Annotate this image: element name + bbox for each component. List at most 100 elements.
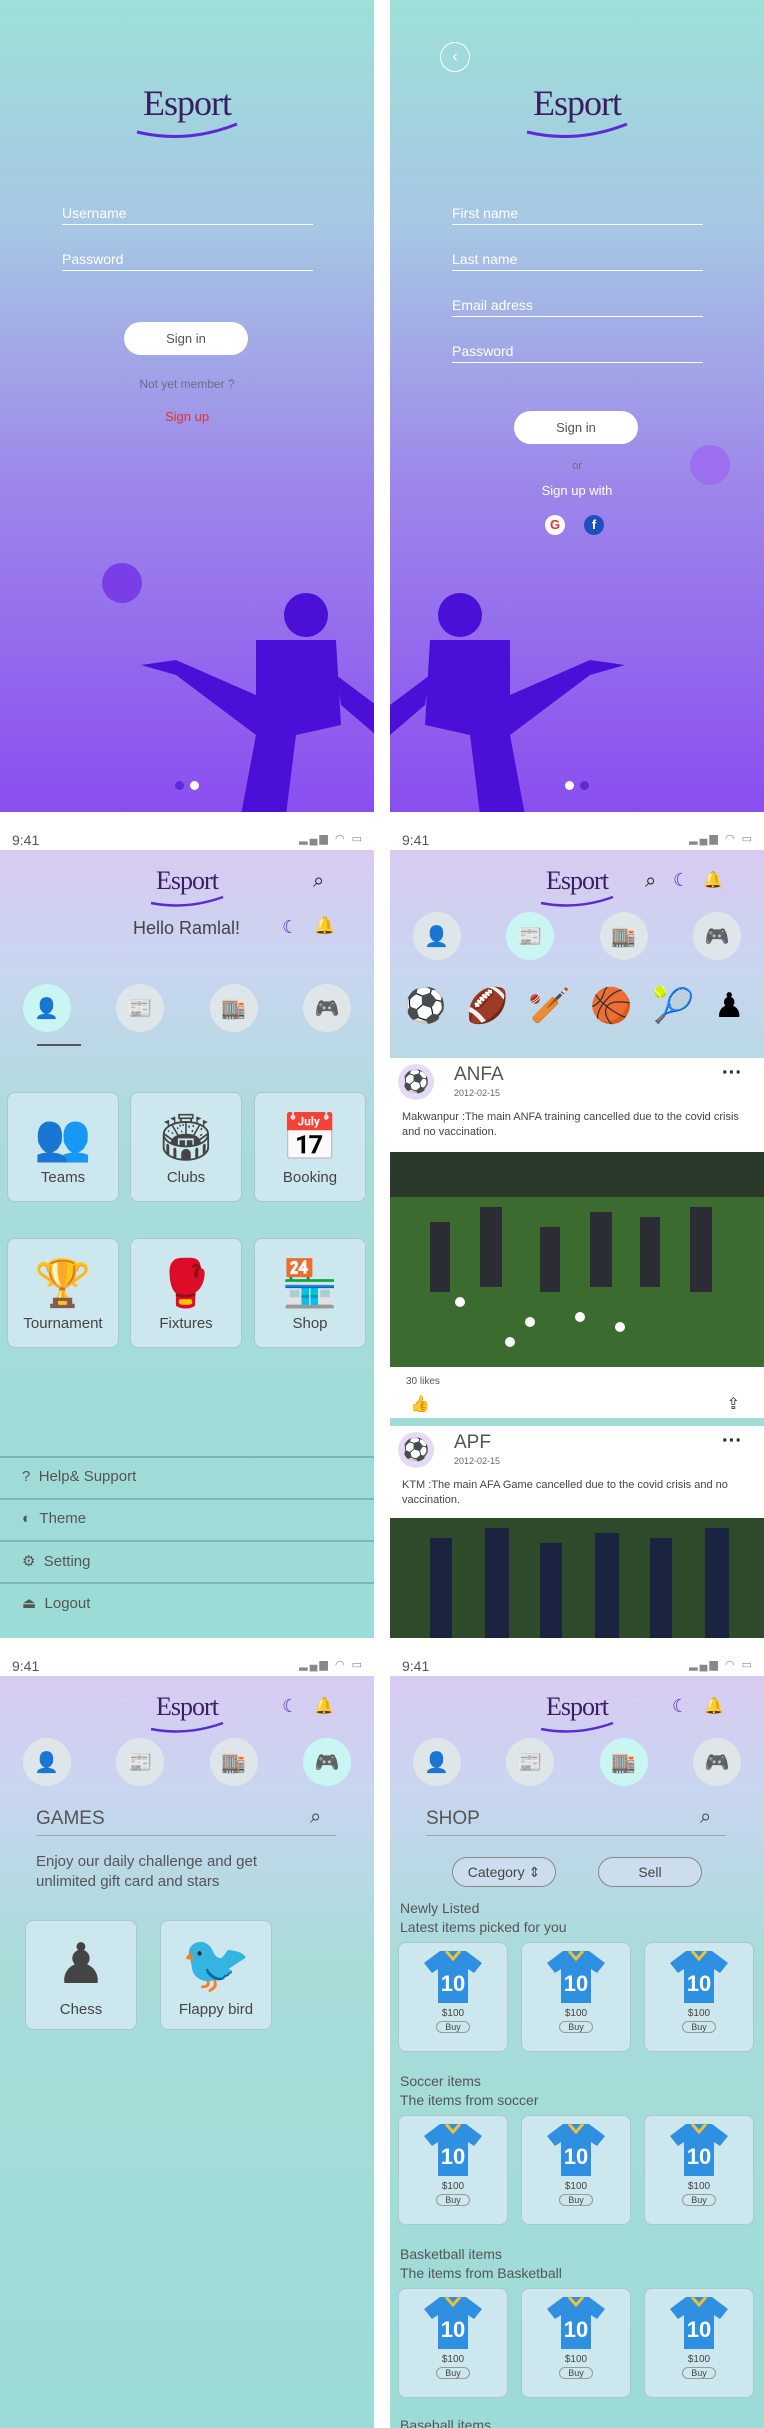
profile-nav-icon[interactable]: 👤 [22, 984, 71, 1032]
bell-icon[interactable]: 🔔 [704, 1696, 724, 1716]
store-nav-icon[interactable]: 🏬 [209, 1738, 258, 1786]
product-card[interactable]: 10 $100 Buy [644, 2115, 754, 2225]
buy-button[interactable]: Buy [682, 2021, 716, 2033]
product-card[interactable]: 10 $100 Buy [398, 2288, 508, 2398]
like-icon[interactable]: 👍 [410, 1394, 430, 1414]
last-name-field[interactable]: Last name [452, 251, 703, 271]
buy-button[interactable]: Buy [436, 2367, 470, 2379]
product-price: $100 [564, 2354, 588, 2365]
tile-clubs[interactable]: 🏟 Clubs [130, 1092, 242, 1202]
password-field[interactable]: Password [62, 251, 313, 271]
cricket-icon[interactable]: 🏏 [528, 986, 570, 1026]
games-description: Enjoy our daily challenge and get unlimi… [36, 1853, 257, 1890]
buy-button[interactable]: Buy [559, 2367, 593, 2379]
app-logo: Esport [0, 82, 374, 138]
tile-tournament[interactable]: 🏆 Tournament [7, 1238, 119, 1348]
jersey-number: 10 [687, 2317, 711, 2342]
product-card[interactable]: 10 $100 Buy [521, 2288, 631, 2398]
jersey-number: 10 [564, 2317, 588, 2342]
store-nav-icon[interactable]: 🏬 [599, 912, 648, 960]
bell-icon[interactable]: 🔔 [314, 1696, 334, 1716]
avatar: ⚽ [398, 1064, 434, 1100]
search-underline [36, 1835, 336, 1836]
news-nav-icon[interactable]: 📰 [116, 984, 165, 1032]
football-icon[interactable]: 🏈 [466, 986, 508, 1026]
buy-button[interactable]: Buy [559, 2194, 593, 2206]
buy-button[interactable]: Buy [682, 2194, 716, 2206]
more-icon[interactable]: ··· [722, 1430, 742, 1453]
back-button[interactable]: ‹ [440, 42, 470, 72]
more-icon[interactable]: ··· [722, 1062, 742, 1085]
password-field[interactable]: Password [452, 343, 703, 363]
moon-icon[interactable]: ☾ [282, 917, 298, 938]
chess-icon[interactable]: ♟ [714, 986, 744, 1026]
signin-button[interactable]: Sign in [124, 322, 248, 355]
gamepad-nav-icon[interactable]: 🎮 [693, 1738, 742, 1786]
tile-fixtures[interactable]: 🥊 Fixtures [130, 1238, 242, 1348]
news-nav-icon[interactable]: 📰 [506, 1738, 555, 1786]
product-card[interactable]: 10 $100 Buy [521, 2115, 631, 2225]
product-price: $100 [441, 2181, 465, 2192]
moon-icon[interactable]: ☾ [282, 1696, 298, 1717]
product-card[interactable]: 10 $100 Buy [521, 1942, 631, 2052]
store-nav-icon[interactable]: 🏬 [209, 984, 258, 1032]
search-icon[interactable]: ⌕ [313, 870, 324, 893]
jersey-icon: 10 [547, 2123, 605, 2176]
product-card[interactable]: 10 $100 Buy [644, 1942, 754, 2052]
games-title: GAMES [36, 1808, 105, 1829]
bell-icon[interactable]: 🔔 [703, 870, 723, 890]
moon-icon[interactable]: ☾ [672, 1696, 688, 1717]
post-author: APF [454, 1432, 491, 1453]
gear-icon: ⚙ [22, 1553, 36, 1570]
product-price: $100 [564, 2181, 588, 2192]
product-card[interactable]: 10 $100 Buy [398, 1942, 508, 2052]
first-name-field[interactable]: First name [452, 205, 703, 225]
signup-link[interactable]: Sign up [0, 409, 374, 424]
menu-theme[interactable]: ◐ Theme [0, 1498, 374, 1540]
likes-count: 30 likes [406, 1376, 440, 1387]
gamepad-nav-icon[interactable]: 🎮 [303, 1738, 352, 1786]
basketball-icon[interactable]: 🏀 [590, 986, 632, 1026]
status-bar: 9:41 ▂▄▆ ◠ ▭ [0, 1652, 374, 1676]
google-icon[interactable]: G [545, 515, 565, 535]
tile-shop[interactable]: 🏪 Shop [254, 1238, 366, 1348]
menu-logout[interactable]: ⏏ Logout [0, 1582, 374, 1624]
buy-button[interactable]: Buy [559, 2021, 593, 2033]
sell-button[interactable]: Sell [598, 1857, 702, 1887]
game-flappy-bird[interactable]: 🐦 Flappy bird [160, 1920, 272, 2030]
username-field[interactable]: Username [62, 205, 313, 225]
product-card[interactable]: 10 $100 Buy [644, 2288, 754, 2398]
soccer-icon[interactable]: ⚽ [404, 986, 446, 1026]
profile-nav-icon[interactable]: 👤 [412, 1738, 461, 1786]
profile-nav-icon[interactable]: 👤 [22, 1738, 71, 1786]
menu-setting[interactable]: ⚙ Setting [0, 1540, 374, 1582]
buy-button[interactable]: Buy [436, 2194, 470, 2206]
profile-nav-icon[interactable]: 👤 [412, 912, 461, 960]
facebook-icon[interactable]: f [584, 515, 604, 535]
tennis-icon[interactable]: 🎾 [652, 986, 694, 1026]
search-icon[interactable]: ⌕ [645, 870, 656, 893]
email-field[interactable]: Email adress [452, 297, 703, 317]
gamepad-nav-icon[interactable]: 🎮 [303, 984, 352, 1032]
search-icon[interactable]: ⌕ [310, 1806, 321, 1829]
buy-button[interactable]: Buy [436, 2021, 470, 2033]
gamepad-nav-icon[interactable]: 🎮 [693, 912, 742, 960]
game-chess[interactable]: ♟ Chess [25, 1920, 137, 2030]
news-nav-icon[interactable]: 📰 [116, 1738, 165, 1786]
status-bar: 9:41 ▂▄▆ ◠ ▭ [390, 1652, 764, 1676]
menu-help[interactable]: ? Help& Support [0, 1456, 374, 1498]
bell-icon[interactable]: 🔔 [314, 916, 335, 936]
search-icon[interactable]: ⌕ [700, 1806, 711, 1829]
tile-booking[interactable]: 📅 Booking [254, 1092, 366, 1202]
category-select[interactable]: Category ⇕ [452, 1857, 556, 1887]
tile-teams[interactable]: 👥 Teams [7, 1092, 119, 1202]
buy-button[interactable]: Buy [682, 2367, 716, 2379]
top-nav: 👤 📰 🏬 🎮 [390, 1738, 764, 1786]
product-card[interactable]: 10 $100 Buy [398, 2115, 508, 2225]
moon-icon[interactable]: ☾ [673, 870, 689, 891]
share-icon[interactable]: ⇪ [727, 1394, 740, 1414]
store-nav-icon[interactable]: 🏬 [599, 1738, 648, 1786]
games-screen: 9:41 ▂▄▆ ◠ ▭ Esport ☾ 🔔 👤 📰 🏬 🎮 GAMES ⌕ E… [0, 1652, 374, 2428]
news-nav-icon[interactable]: 📰 [506, 912, 555, 960]
signin-button[interactable]: Sign in [514, 411, 638, 444]
